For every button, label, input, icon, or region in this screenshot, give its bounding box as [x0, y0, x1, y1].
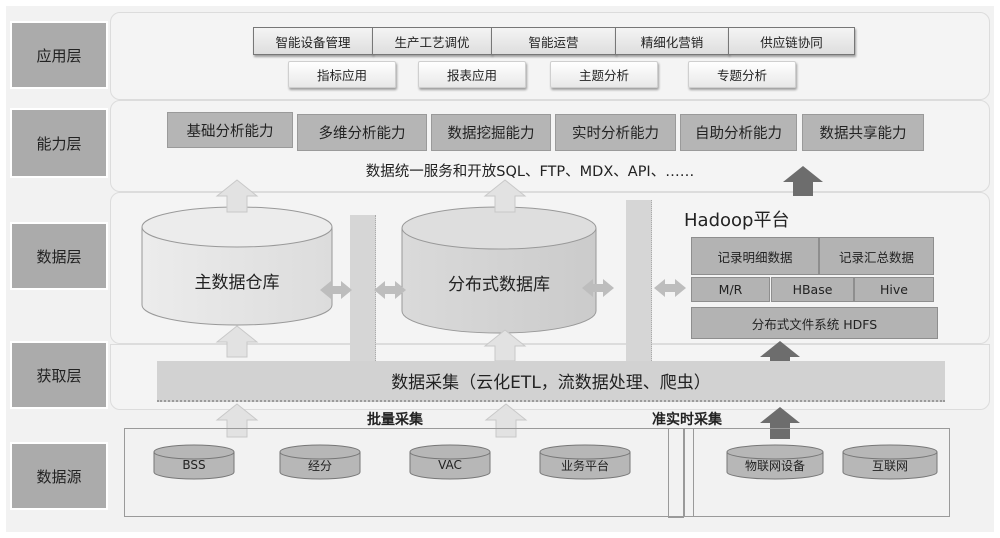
source-iot-devices: 物联网设备: [744, 458, 805, 473]
batch-collection-label: 批量采集: [367, 412, 423, 428]
up-arrow-icon: [215, 325, 259, 358]
source-vac: VAC: [438, 458, 462, 472]
realtime-collection-label: 准实时采集: [652, 412, 722, 428]
up-arrow-dark-icon: [783, 166, 823, 196]
hadoop-title: Hadoop平台: [684, 210, 790, 231]
hadoop-summary-records: 记录汇总数据: [819, 237, 934, 275]
hadoop-detail-records: 记录明细数据: [691, 237, 819, 275]
hadoop-hdfs: 分布式文件系统 HDFS: [691, 307, 938, 339]
source-internet: 互联网: [871, 458, 908, 473]
hadoop-mapreduce: M/R: [691, 277, 770, 302]
data-collection-bar: 数据采集（云化ETL，流数据处理、爬虫）: [157, 361, 945, 402]
hadoop-hbase: HBase: [771, 277, 854, 302]
main-warehouse-label: 主数据仓库: [194, 272, 280, 293]
source-divider: [668, 428, 684, 518]
hadoop-hive: Hive: [854, 277, 934, 302]
source-business-platform: 业务平台: [560, 458, 609, 473]
up-arrow-icon: [483, 329, 527, 362]
double-arrow-icon: [654, 279, 686, 297]
source-bss: BSS: [182, 458, 206, 472]
source-business-analysis: 经分: [307, 458, 332, 473]
distributed-db-label: 分布式数据库: [448, 274, 550, 295]
